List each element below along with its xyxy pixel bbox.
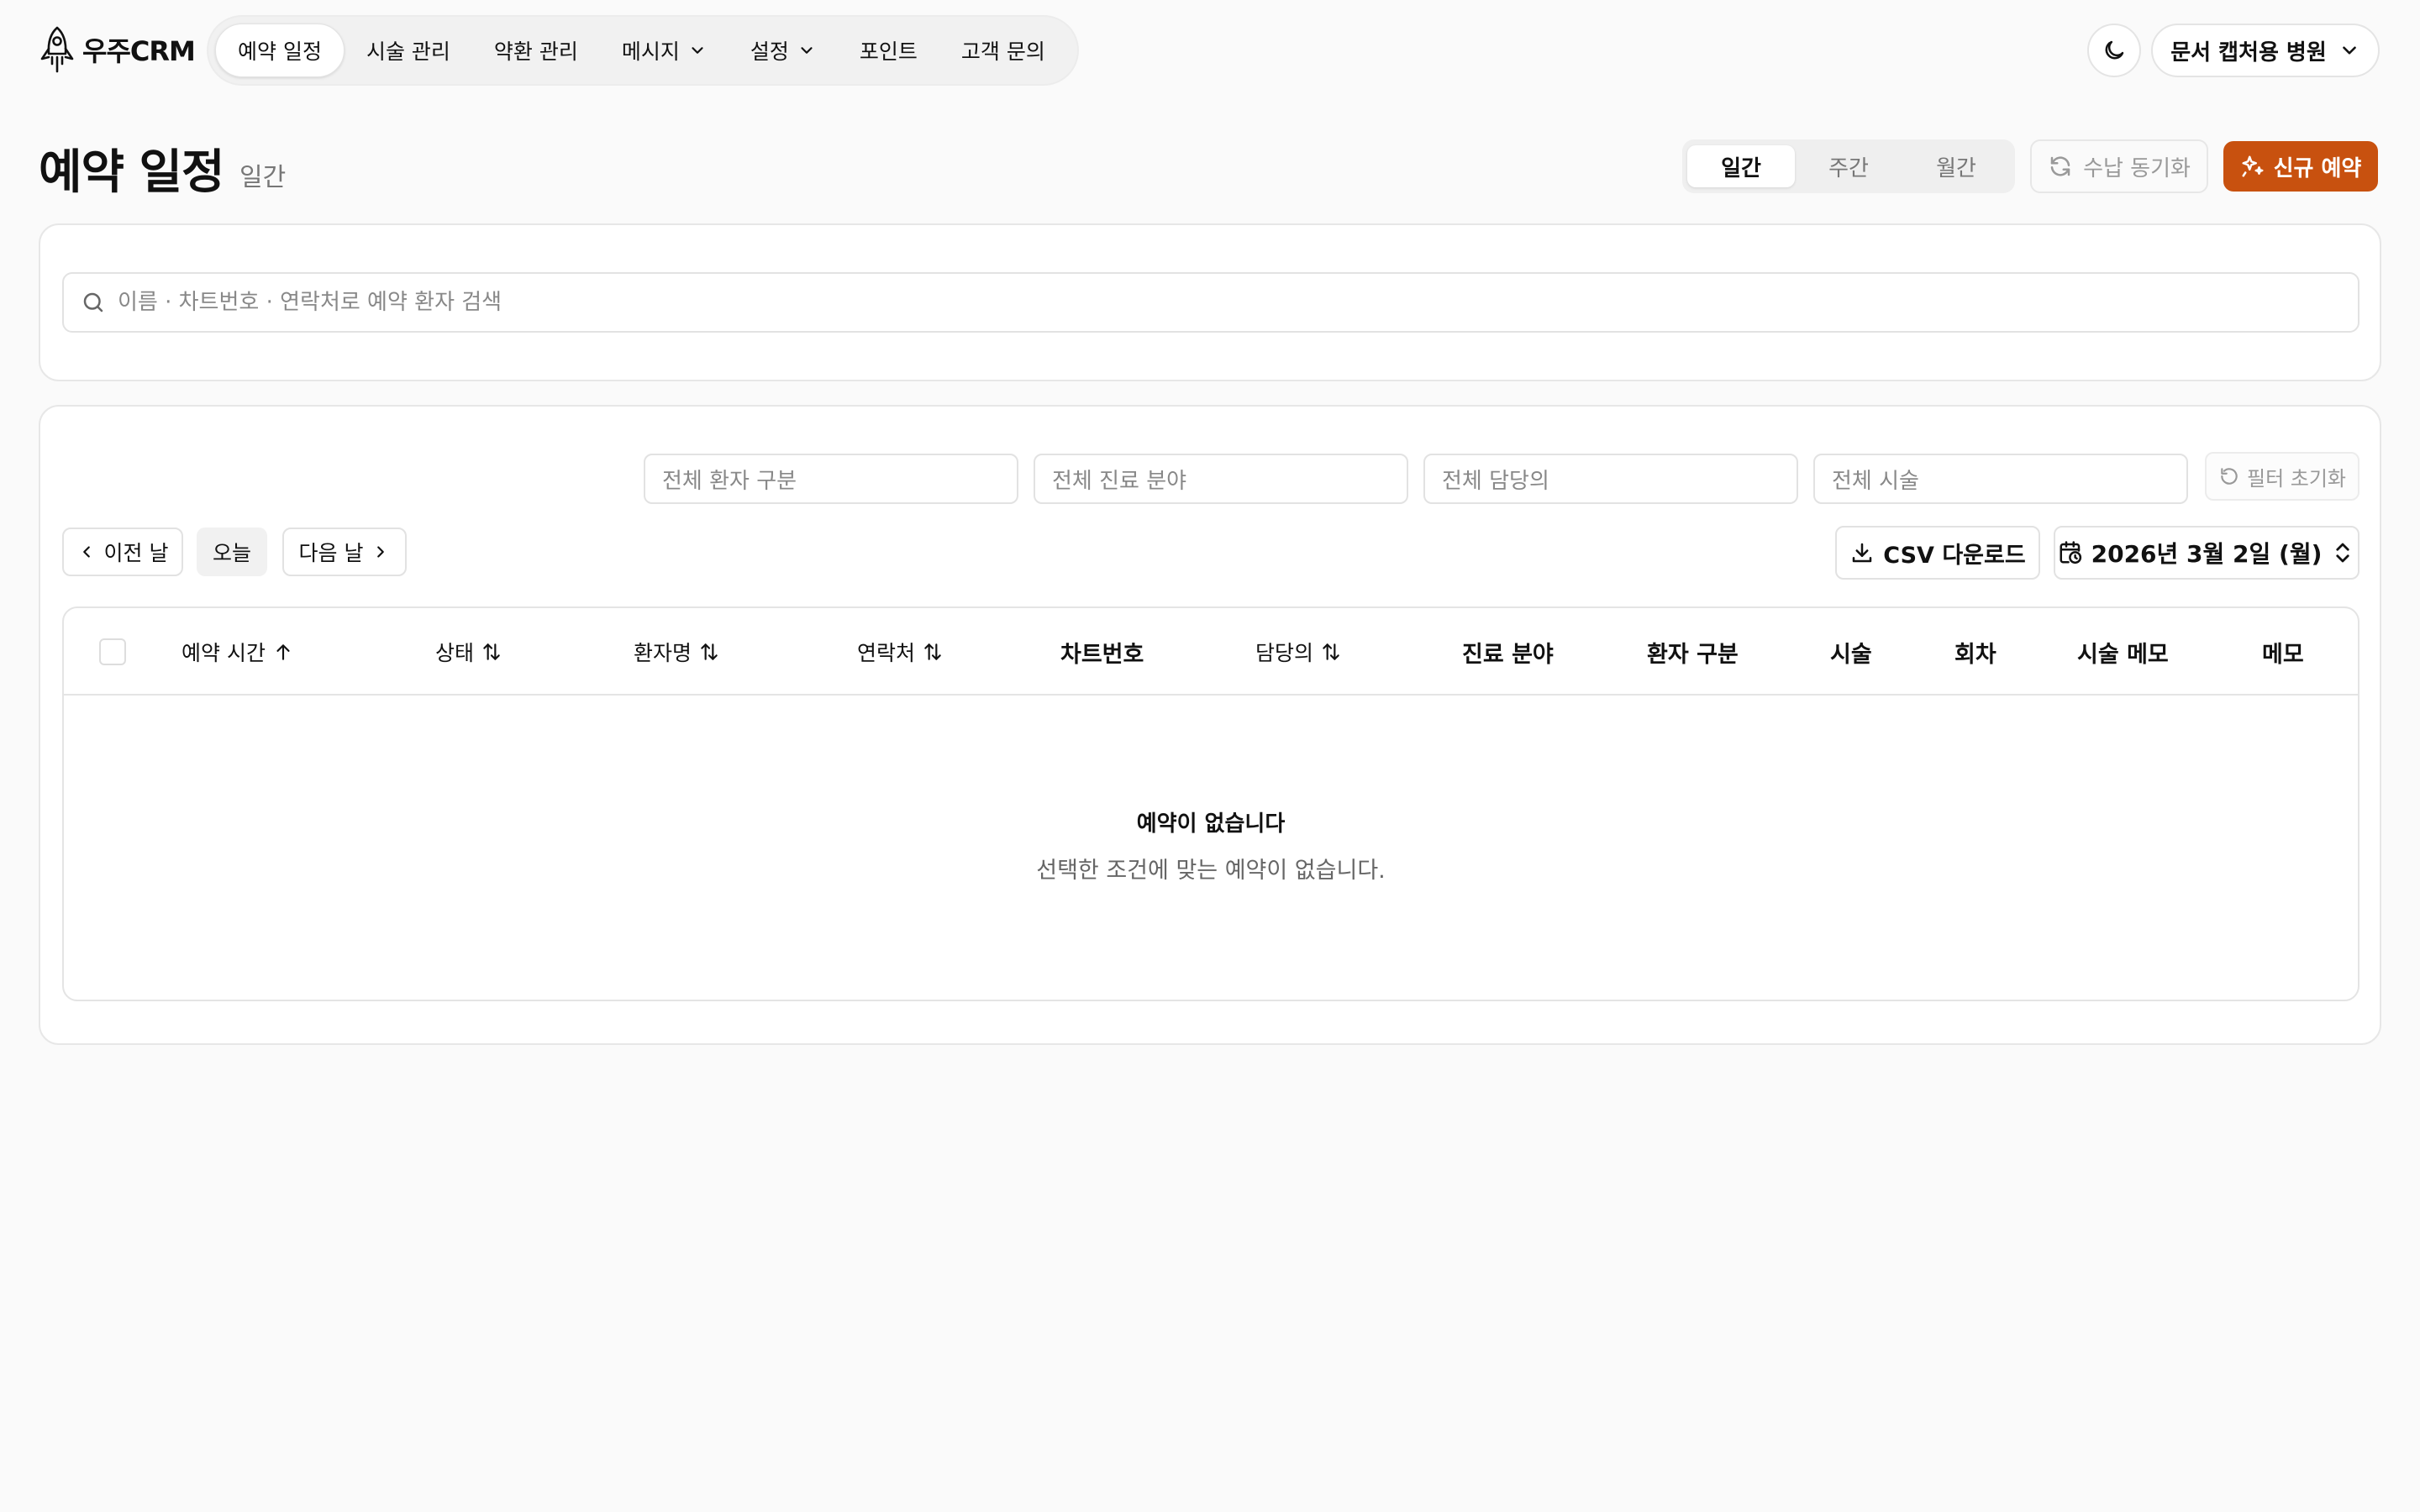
top-bar: 우주CRM 예약 일정 시술 관리 약환 관리 메시지 설정 포인트 고객 문의… bbox=[0, 0, 2420, 99]
column-patient-name[interactable]: 환자명 bbox=[634, 608, 720, 696]
nav-label: 메시지 bbox=[621, 39, 680, 64]
table-header: 예약 시간 상태 환자명 연락처 차트번호 담당의 진료 분야 환자 구분 시술… bbox=[64, 608, 2358, 696]
column-label: 환자명 bbox=[634, 641, 692, 665]
sort-icon bbox=[483, 643, 500, 660]
today-button[interactable]: 오늘 bbox=[197, 528, 267, 576]
nav-item-points[interactable]: 포인트 bbox=[838, 24, 939, 77]
procedure-filter[interactable]: 전체 시술 bbox=[1813, 454, 2188, 504]
search-card bbox=[39, 223, 2381, 381]
filter-reset-button[interactable]: 필터 초기화 bbox=[2205, 452, 2360, 501]
column-doctor[interactable]: 담당의 bbox=[1255, 608, 1342, 696]
reset-icon bbox=[2221, 468, 2238, 485]
sort-icon bbox=[924, 643, 941, 660]
chevron-right-icon bbox=[377, 546, 385, 558]
search-input[interactable] bbox=[118, 290, 2302, 315]
column-status[interactable]: 상태 bbox=[435, 608, 502, 696]
calendar-clock-icon bbox=[2060, 541, 2081, 564]
tab-weekly[interactable]: 주간 bbox=[1795, 145, 1902, 187]
date-label: 2026년 3월 2일 (월) bbox=[2091, 540, 2323, 568]
search-icon bbox=[83, 292, 103, 312]
download-icon bbox=[1853, 543, 1872, 563]
column-session: 회차 bbox=[1954, 641, 1996, 668]
date-picker-button[interactable]: 2026년 3월 2일 (월) bbox=[2054, 526, 2360, 580]
today-label: 오늘 bbox=[212, 541, 251, 565]
new-reservation-button[interactable]: 신규 예약 bbox=[2223, 141, 2378, 192]
csv-download-button[interactable]: CSV 다운로드 bbox=[1835, 526, 2040, 580]
column-time[interactable]: 예약 시간 bbox=[182, 608, 294, 696]
view-toggle: 일간 주간 월간 bbox=[1682, 139, 2015, 193]
chevron-down-icon bbox=[801, 47, 813, 54]
reservation-table: 예약 시간 상태 환자명 연락처 차트번호 담당의 진료 분야 환자 구분 시술… bbox=[62, 606, 2360, 1001]
app-logo[interactable]: 우주CRM bbox=[39, 25, 196, 74]
column-label: 상태 bbox=[435, 641, 475, 665]
sort-asc-icon bbox=[276, 644, 290, 660]
prev-day-label: 이전 날 bbox=[103, 541, 169, 565]
nav-item-messages[interactable]: 메시지 bbox=[600, 24, 729, 77]
column-department: 진료 분야 bbox=[1462, 641, 1554, 668]
select-all-checkbox[interactable] bbox=[99, 638, 126, 665]
moon-icon bbox=[2105, 40, 2124, 60]
sync-label: 수납 동기화 bbox=[2083, 155, 2191, 181]
column-procedure: 시술 bbox=[1830, 641, 1872, 668]
chevron-down-icon bbox=[2342, 46, 2356, 55]
next-day-button[interactable]: 다음 날 bbox=[282, 528, 407, 576]
new-label: 신규 예약 bbox=[2273, 155, 2362, 181]
column-procedure-memo: 시술 메모 bbox=[2077, 641, 2169, 668]
chevron-updown-icon bbox=[2336, 543, 2350, 563]
column-label: 예약 시간 bbox=[182, 641, 266, 665]
nav-item-medication[interactable]: 약환 관리 bbox=[472, 24, 600, 77]
nav-label: 시술 관리 bbox=[366, 39, 450, 64]
column-patient-type: 환자 구분 bbox=[1647, 641, 1739, 668]
nav-label: 포인트 bbox=[859, 39, 918, 64]
page-title: 예약 일정 bbox=[39, 145, 225, 200]
column-label: 연락처 bbox=[857, 641, 916, 665]
reservation-list-card: 전체 환자 구분 전체 진료 분야 전체 담당의 전체 시술 필터 초기화 이전… bbox=[39, 405, 2381, 1045]
theme-toggle-button[interactable] bbox=[2087, 24, 2141, 77]
next-day-label: 다음 날 bbox=[298, 541, 364, 565]
column-chart-number: 차트번호 bbox=[1060, 641, 1144, 668]
nav-label: 약환 관리 bbox=[493, 39, 578, 64]
csv-label: CSV 다운로드 bbox=[1883, 542, 2026, 569]
sparkle-icon bbox=[2242, 155, 2264, 177]
search-box[interactable] bbox=[62, 272, 2360, 333]
nav-item-procedures[interactable]: 시술 관리 bbox=[345, 24, 472, 77]
nav-item-settings[interactable]: 설정 bbox=[729, 24, 838, 77]
empty-state-title: 예약이 없습니다 bbox=[1136, 811, 1286, 837]
nav-label: 고객 문의 bbox=[960, 39, 1045, 64]
nav-item-support[interactable]: 고객 문의 bbox=[939, 24, 1067, 77]
column-memo: 메모 bbox=[2262, 641, 2304, 668]
payment-sync-button[interactable]: 수납 동기화 bbox=[2030, 139, 2208, 193]
chevron-left-icon bbox=[82, 546, 90, 558]
column-contact[interactable]: 연락처 bbox=[857, 608, 944, 696]
department-filter[interactable]: 전체 진료 분야 bbox=[1034, 454, 1408, 504]
main-nav: 예약 일정 시술 관리 약환 관리 메시지 설정 포인트 고객 문의 bbox=[207, 15, 1079, 86]
prev-day-button[interactable]: 이전 날 bbox=[62, 528, 183, 576]
nav-label: 설정 bbox=[750, 39, 789, 64]
rocket-icon bbox=[40, 26, 74, 73]
page-subtitle: 일간 bbox=[239, 163, 287, 192]
sort-icon bbox=[1323, 643, 1339, 660]
empty-state-description: 선택한 조건에 맞는 예약이 없습니다. bbox=[1036, 858, 1386, 884]
tab-daily[interactable]: 일간 bbox=[1687, 145, 1795, 187]
nav-item-reservations[interactable]: 예약 일정 bbox=[215, 24, 345, 77]
chevron-down-icon bbox=[692, 47, 703, 54]
column-label: 담당의 bbox=[1255, 641, 1314, 665]
patient-type-filter[interactable]: 전체 환자 구분 bbox=[644, 454, 1018, 504]
logo-text: 우주CRM bbox=[82, 35, 196, 67]
nav-label: 예약 일정 bbox=[238, 39, 322, 64]
reset-label: 필터 초기화 bbox=[2246, 466, 2347, 491]
sort-icon bbox=[701, 643, 718, 660]
tab-monthly[interactable]: 월간 bbox=[1902, 145, 2010, 187]
doctor-filter[interactable]: 전체 담당의 bbox=[1423, 454, 1798, 504]
clinic-label: 문서 캡처용 병원 bbox=[2170, 39, 2327, 66]
clinic-selector[interactable]: 문서 캡처용 병원 bbox=[2151, 24, 2380, 77]
refresh-icon bbox=[2050, 156, 2070, 176]
